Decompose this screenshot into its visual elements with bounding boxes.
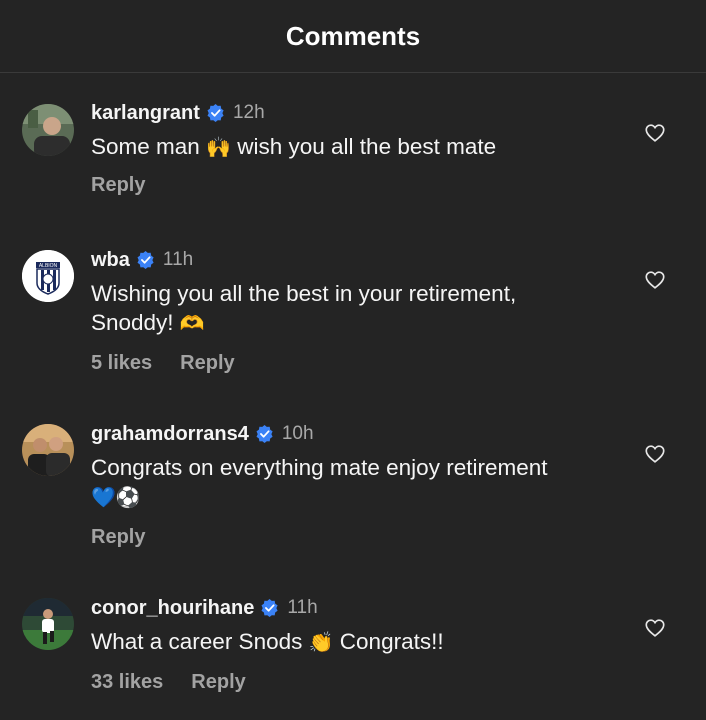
reply-button[interactable]: Reply xyxy=(91,174,145,197)
heart-icon[interactable] xyxy=(644,269,666,291)
page-title: Comments xyxy=(285,20,421,51)
comment-username[interactable]: karlangrant xyxy=(91,102,200,125)
soccer-ball-emoji: ⚽ xyxy=(115,485,141,509)
comment-username[interactable]: grahamdorrans4 xyxy=(91,423,249,446)
likes-count[interactable]: 33 likes xyxy=(91,671,163,694)
avatar[interactable] xyxy=(22,598,74,650)
comment-text: Wishing you all the best in your retirem… xyxy=(91,281,517,335)
heart-icon[interactable] xyxy=(644,122,666,144)
verified-badge-icon xyxy=(137,251,154,269)
comment-text: Some man 🙌 wish you all the best mate xyxy=(91,134,497,159)
raised-hands-emoji: 🙌 xyxy=(206,135,231,159)
comment-time: 12h xyxy=(232,102,265,123)
heart-icon[interactable] xyxy=(644,617,666,639)
comment-username[interactable]: wba xyxy=(91,249,130,272)
comment-text: Congrats on everything mate enjoy retire… xyxy=(91,455,548,509)
reply-button[interactable]: Reply xyxy=(191,671,245,694)
reply-button[interactable]: Reply xyxy=(91,526,145,549)
likes-count[interactable]: 5 likes xyxy=(91,352,152,375)
comment-username[interactable]: conor_hourihane xyxy=(91,597,254,620)
comment-time: 10h xyxy=(281,423,314,444)
clapping-hands-emoji: 👏 xyxy=(308,630,334,654)
reply-button[interactable]: Reply xyxy=(180,352,234,375)
heart-hands-emoji: 🫶 xyxy=(179,311,205,335)
avatar[interactable] xyxy=(22,104,74,156)
blue-heart-emoji: 💙 xyxy=(91,485,116,509)
avatar[interactable]: ALBION xyxy=(22,250,74,302)
comment-text: What a career Snods 👏 Congrats!! xyxy=(91,629,444,654)
heart-icon[interactable] xyxy=(644,443,666,465)
comment-time: 11h xyxy=(287,597,318,618)
comments-header: Comments xyxy=(0,0,706,73)
verified-badge-icon xyxy=(256,425,273,443)
avatar[interactable] xyxy=(22,424,74,476)
verified-badge-icon xyxy=(261,599,278,617)
comment-time: 11h xyxy=(162,249,194,270)
verified-badge-icon xyxy=(207,104,224,122)
avatar-crest-text: ALBION xyxy=(39,263,58,269)
